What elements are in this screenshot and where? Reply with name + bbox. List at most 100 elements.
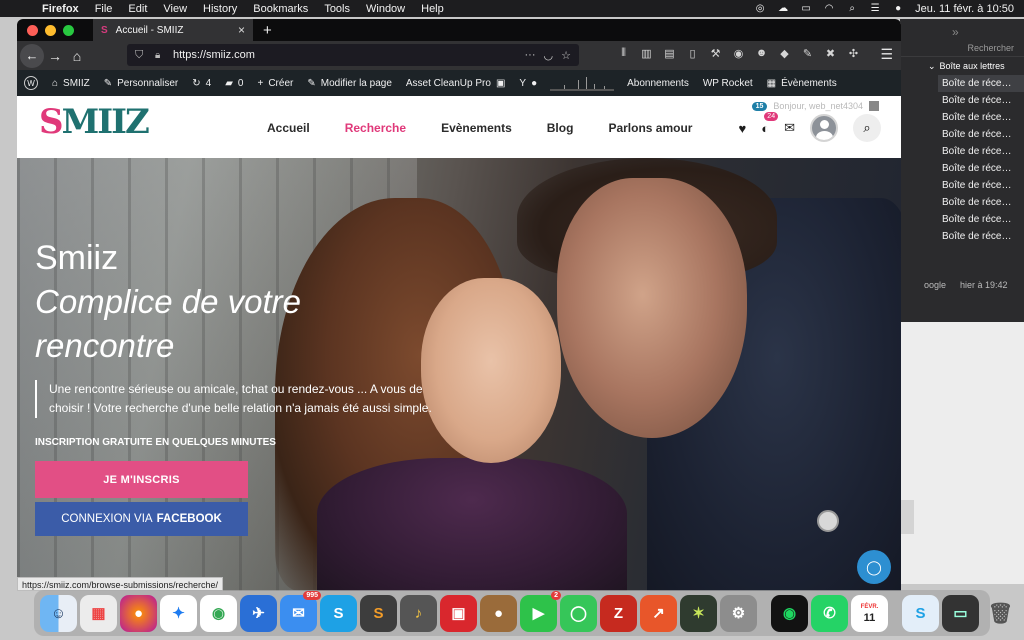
nav-evenements[interactable]: Evènements [433,96,520,160]
menu-history[interactable]: History [195,3,245,15]
smiiz-logo[interactable]: SMIIZ [39,102,150,142]
notifications-icon[interactable]: ◐ 24 [761,111,779,136]
shield-icon[interactable]: ⛉ [135,49,149,62]
facetime-icon[interactable]: ▶ 2 [520,590,561,632]
cloud-upload-icon[interactable]: ☁ [777,3,789,14]
signup-button[interactable]: JE M'INSCRIS [35,461,248,498]
analytics-icon[interactable]: ↗ [640,594,677,632]
menu-app-firefox[interactable]: Firefox [34,3,87,15]
acorn-icon[interactable]: ● [480,594,517,632]
spotify-icon[interactable]: ◉ [771,594,808,632]
mail-folder-header[interactable]: ⌄ Boîte aux lettres [928,59,1024,73]
chrome-icon[interactable]: ◉ [200,594,237,632]
garageband-icon[interactable]: ♪ [400,594,437,632]
siri-icon[interactable]: ● [892,3,904,14]
menu-help[interactable]: Help [413,3,452,15]
close-window-button[interactable] [27,24,38,36]
photo-booth-icon[interactable]: ▣ [440,594,477,632]
spotlight-icon[interactable]: ⌕ [846,3,858,14]
user-avatar[interactable] [810,114,838,142]
wp-comments[interactable]: ▰ 0 [218,78,250,89]
messages-icon[interactable]: ◯ [560,594,597,632]
nav-parlons-amour[interactable]: Parlons amour [600,96,700,160]
menu-file[interactable]: File [87,3,121,15]
wp-asset-cleanup[interactable]: Asset CleanUp Pro ▣ [399,78,513,89]
mailbox-row[interactable]: Boîte de réce… [938,143,1024,160]
creative-cloud-icon[interactable]: ◎ [754,3,766,14]
launchpad-icon[interactable]: ▦ [80,594,117,632]
x-extension-icon[interactable]: ✖ [824,47,837,60]
mailbox-row[interactable]: Boîte de réce… [938,92,1024,109]
safari-icon[interactable]: ✦ [160,594,197,632]
minimize-window-button[interactable] [45,24,56,36]
mailbox-row[interactable]: Boîte de réce… [938,160,1024,177]
mailbox-row[interactable]: Boîte de réce… [938,194,1024,211]
nav-accueil[interactable]: Accueil [259,96,318,160]
tab-accueil[interactable]: S Accueil - SMIIZ × [93,19,253,41]
puzzle-icon[interactable]: ✣ [847,47,860,60]
menu-tools[interactable]: Tools [316,3,358,15]
heart-icon[interactable]: ♥ [739,121,747,136]
close-tab-icon[interactable]: × [238,23,245,37]
library-icon[interactable]: ⫴ [617,47,630,60]
chevron-right-icon[interactable]: » [952,25,959,39]
bookmark-star-icon[interactable]: ☆ [561,49,571,62]
nav-blog[interactable]: Blog [539,96,582,160]
wp-customize[interactable]: ✎ Personnaliser [97,78,186,89]
lock-icon[interactable]: 🔒︎ [155,50,169,61]
mailbox-row[interactable]: Boîte de réce… [938,228,1024,245]
wp-edit-page[interactable]: ✎ Modifier la page [300,78,399,89]
forward-button[interactable]: → [44,48,66,64]
screen-folder-icon[interactable]: ▭ [942,594,979,632]
wp-new[interactable]: + Créer [250,78,300,89]
wp-subscriptions[interactable]: Abonnements [620,78,696,89]
pocket-icon[interactable]: ◡ [544,49,554,62]
mailbox-row[interactable]: Boîte de réce… [938,177,1024,194]
url-text[interactable]: https://smiiz.com [173,49,255,61]
wp-events[interactable]: ▦ Évènements [760,78,844,89]
control-center-icon[interactable]: ☰ [869,3,881,14]
battery-icon[interactable]: ▭ [800,3,812,14]
wrench-icon[interactable]: ⚒ [709,47,722,60]
eyedropper-icon[interactable]: ✎ [801,47,814,60]
new-tab-button[interactable]: + [263,22,272,39]
mailbox-row[interactable]: Boîte de réce… [938,109,1024,126]
ghost-icon[interactable]: ☻ [755,47,768,60]
traffic-sparkline[interactable] [550,75,615,91]
whatsapp-icon[interactable]: ✆ [811,594,848,632]
skype-download-icon[interactable]: S [902,594,939,632]
page-actions-icon[interactable]: ··· [525,49,536,62]
mailbox-row[interactable]: Boîte de réce… [938,211,1024,228]
wp-logo-menu[interactable]: W [17,76,45,90]
chat-icon[interactable]: ◯ [857,550,891,584]
color-picker-icon[interactable]: ◉ [732,47,745,60]
firefox-icon[interactable]: ● [120,594,157,632]
wp-rocket[interactable]: WP Rocket [696,78,760,89]
hamburger-menu-icon[interactable]: ☰ [880,46,893,63]
mailbox-row[interactable]: Boîte de réce… [938,75,1024,92]
search-icon[interactable]: ⌕ [853,114,881,142]
zoom-window-button[interactable] [63,24,74,36]
skype-icon[interactable]: S [320,594,357,632]
menu-bookmarks[interactable]: Bookmarks [245,3,316,15]
menu-window[interactable]: Window [358,3,413,15]
address-bar[interactable]: ⛉ 🔒︎ https://smiiz.com ··· ◡ ☆ [127,44,579,66]
finder-icon[interactable]: ☺ [40,594,77,632]
system-preferences-icon[interactable]: ⚙ [720,594,757,632]
tag-icon[interactable]: ◆ [778,47,791,60]
thunderbird-icon[interactable]: ✈ [240,594,277,632]
sublime-text-icon[interactable]: S [360,594,397,632]
calendar-icon[interactable]: FÉVR. 11 [851,594,888,632]
mail-search-label[interactable]: Rechercher [967,43,1014,53]
cyberduck-icon[interactable]: ✶ [680,594,717,632]
mailbox-row[interactable]: Boîte de réce… [938,126,1024,143]
screenshot-icon[interactable]: ▤ [663,47,676,60]
menubar-clock[interactable]: Jeu. 11 févr. à 10:50 [915,3,1014,15]
menu-edit[interactable]: Edit [120,3,155,15]
home-button[interactable]: ⌂ [66,48,88,64]
wifi-icon[interactable]: ◠ [823,3,835,14]
trash-icon[interactable]: 🗑︎ [982,595,1019,632]
mail-icon[interactable]: ✉ 995 [280,590,321,632]
nav-recherche[interactable]: Recherche [336,96,415,160]
wp-site-name[interactable]: ⌂ SMIIZ [45,78,97,89]
